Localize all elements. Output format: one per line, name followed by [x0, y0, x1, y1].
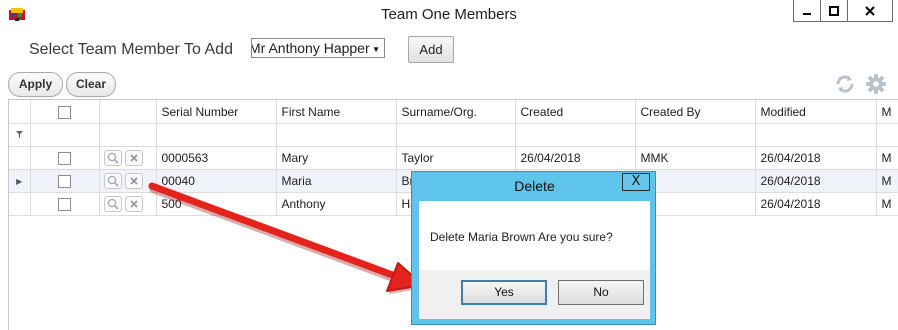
dialog-body: Delete Maria Brown Are you sure? Yes No: [419, 201, 650, 319]
select-all-checkbox[interactable]: [30, 100, 100, 124]
close-icon: [865, 5, 875, 16]
row-actions: [99, 169, 157, 193]
close-button[interactable]: [847, 0, 893, 22]
magnifier-icon: [107, 175, 119, 187]
dialog-close-button[interactable]: X: [622, 173, 650, 191]
view-button[interactable]: [103, 196, 122, 212]
column-header[interactable]: Modified: [755, 100, 877, 124]
delete-button[interactable]: [124, 196, 143, 212]
modified-cell: 26/04/2018: [755, 146, 877, 170]
row-indicator: [9, 192, 31, 216]
dialog-footer: Yes No: [419, 270, 650, 319]
row-checkbox[interactable]: [30, 192, 100, 216]
created-by-cell: MMK: [635, 146, 756, 170]
created-cell: 26/04/2018: [515, 146, 636, 170]
surname-cell: Taylor: [396, 146, 516, 170]
maximize-icon: [829, 5, 839, 16]
row-indicator: [9, 146, 31, 170]
column-header[interactable]: Created: [515, 100, 636, 124]
filter-icon: [9, 123, 31, 147]
m-cell: M: [876, 146, 898, 170]
dropdown-arrow-icon: ▼: [372, 45, 380, 54]
add-button[interactable]: Add: [408, 36, 454, 63]
member-select-value: Mr Anthony Happer: [251, 40, 370, 56]
refresh-icon[interactable]: [834, 73, 856, 95]
m-cell: M: [876, 192, 898, 216]
filter-cell[interactable]: [156, 123, 277, 147]
filter-cell[interactable]: [515, 123, 636, 147]
first-name-cell: Mary: [276, 146, 397, 170]
magnifier-icon: [107, 152, 119, 164]
window-title-bar: Team One Members: [0, 0, 898, 30]
minimize-icon: [803, 12, 811, 15]
add-member-bar: Select Team Member To Add Mr Anthony Hap…: [8, 30, 890, 68]
delete-x-icon: [129, 177, 138, 185]
yes-button[interactable]: Yes: [461, 280, 547, 305]
row-checkbox[interactable]: [30, 146, 100, 170]
delete-button[interactable]: [124, 150, 143, 166]
maximize-button[interactable]: [820, 0, 848, 22]
m-cell: M: [876, 169, 898, 193]
filter-cell[interactable]: [99, 123, 157, 147]
column-header[interactable]: Surname/Org.: [396, 100, 516, 124]
apply-button[interactable]: Apply: [8, 72, 63, 97]
select-member-label: Select Team Member To Add: [29, 41, 233, 58]
row-indicator-header: [9, 100, 31, 124]
filter-cell[interactable]: [635, 123, 756, 147]
filter-cell[interactable]: [30, 123, 100, 147]
delete-x-icon: [129, 154, 138, 162]
row-actions: [99, 192, 157, 216]
table-row[interactable]: 0000563 Mary Taylor 26/04/2018 MMK 26/04…: [9, 146, 898, 170]
modified-cell: 26/04/2018: [755, 169, 877, 193]
serial-cell: 00040: [156, 169, 277, 193]
delete-button[interactable]: [124, 173, 143, 189]
row-checkbox[interactable]: [30, 169, 100, 193]
settings-icon[interactable]: [865, 73, 887, 95]
column-header[interactable]: Created By: [635, 100, 756, 124]
filter-cell[interactable]: [876, 123, 898, 147]
column-header[interactable]: Serial Number: [156, 100, 277, 124]
serial-cell: 500: [156, 192, 277, 216]
clear-button[interactable]: Clear: [66, 72, 116, 97]
modified-cell: 26/04/2018: [755, 192, 877, 216]
filter-cell[interactable]: [396, 123, 516, 147]
view-button[interactable]: [103, 150, 122, 166]
magnifier-icon: [107, 198, 119, 210]
view-button[interactable]: [103, 173, 122, 189]
window-title: Team One Members: [381, 6, 517, 23]
filter-cell[interactable]: [755, 123, 877, 147]
no-button[interactable]: No: [558, 280, 644, 305]
delete-x-icon: [129, 200, 138, 208]
filter-row: [9, 123, 898, 147]
filter-cell[interactable]: [276, 123, 397, 147]
serial-cell: 0000563: [156, 146, 277, 170]
column-header[interactable]: First Name: [276, 100, 397, 124]
grid-header-row: Serial Number First Name Surname/Org. Cr…: [9, 100, 898, 124]
column-header[interactable]: M: [876, 100, 898, 124]
member-select[interactable]: Mr Anthony Happer ▼: [251, 38, 385, 58]
current-row-indicator-icon: ▶: [9, 169, 31, 193]
dialog-title: Delete: [514, 178, 555, 194]
minimize-button[interactable]: [793, 0, 821, 22]
actions-header: [99, 100, 157, 124]
dialog-message: Delete Maria Brown Are you sure?: [430, 230, 613, 244]
first-name-cell: Maria: [276, 169, 397, 193]
row-actions: [99, 146, 157, 170]
first-name-cell: Anthony: [276, 192, 397, 216]
delete-dialog: Delete X Delete Maria Brown Are you sure…: [411, 171, 656, 325]
